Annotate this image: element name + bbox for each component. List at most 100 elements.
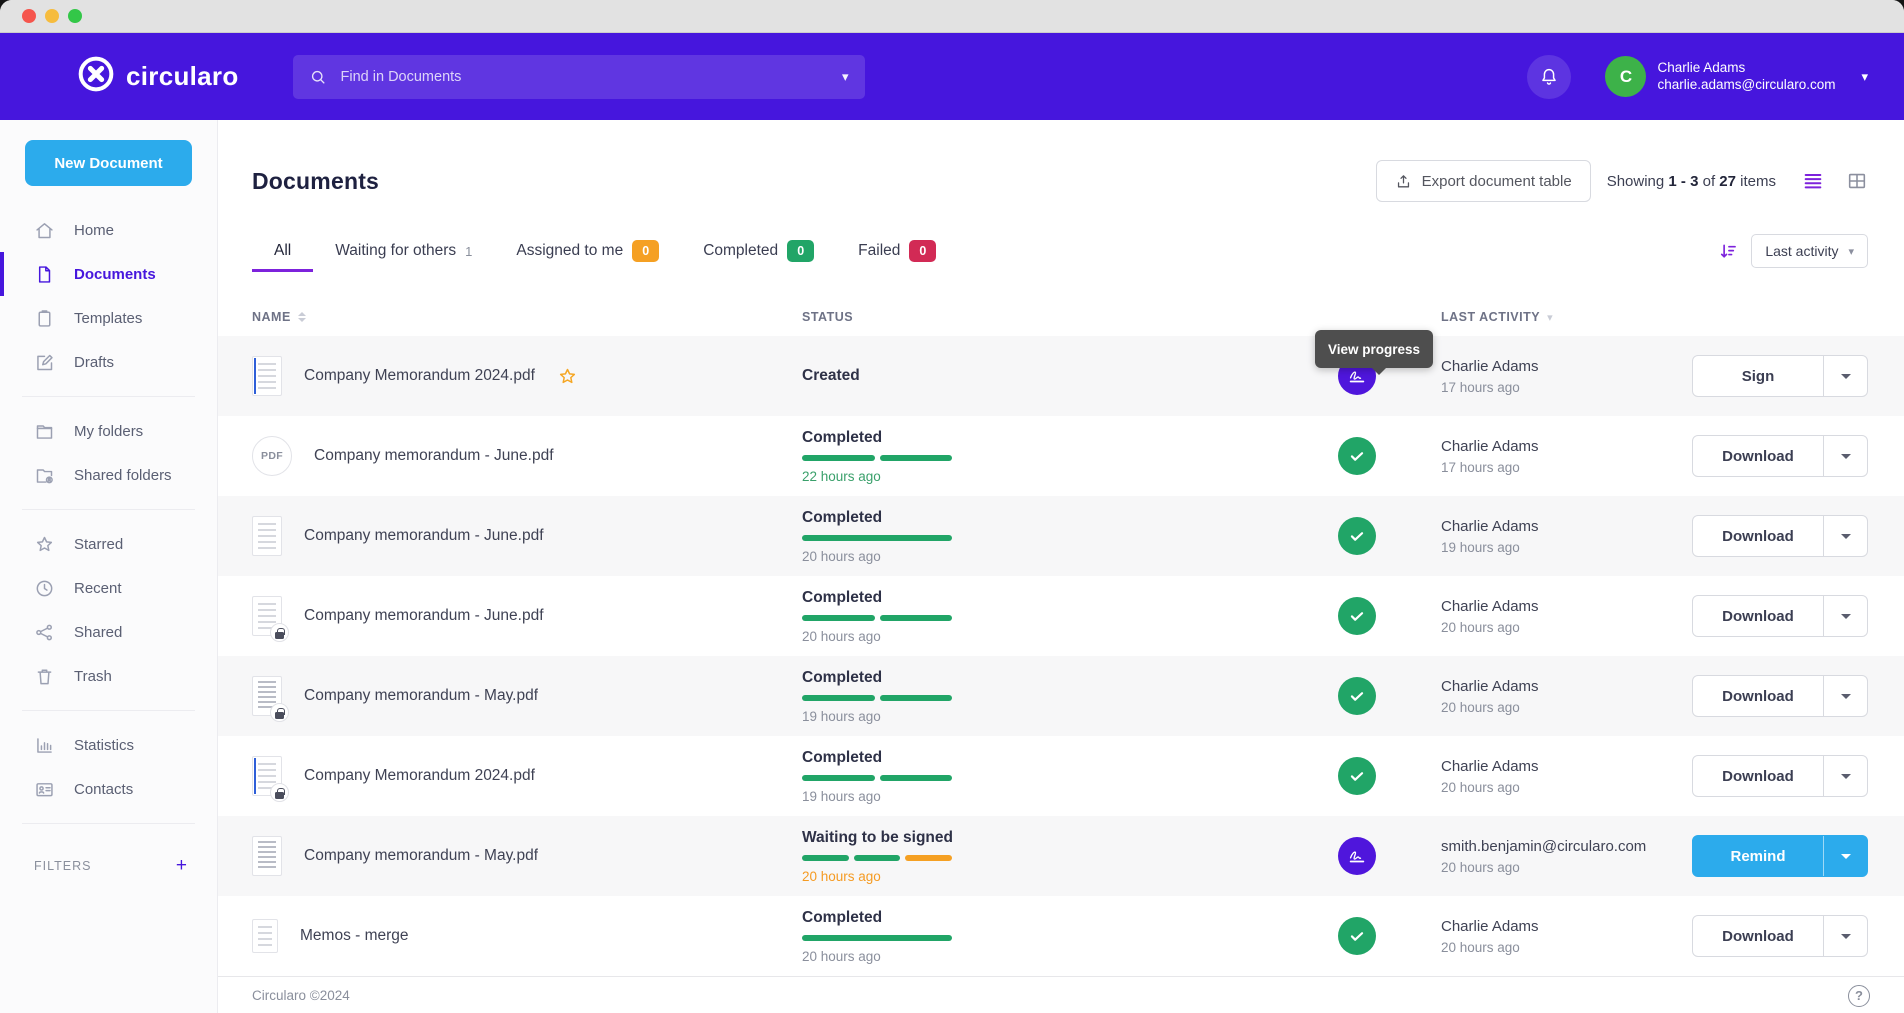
- sidebar-item-shared-folders[interactable]: Shared folders: [0, 453, 217, 497]
- notifications-button[interactable]: [1527, 55, 1571, 99]
- last-activity-actor: Charlie Adams: [1441, 598, 1692, 615]
- sidebar-item-templates[interactable]: Templates: [0, 296, 217, 340]
- fullscreen-window-button[interactable]: [68, 9, 82, 23]
- progress-bar: [802, 695, 952, 701]
- minimize-window-button[interactable]: [45, 9, 59, 23]
- sort-field-dropdown[interactable]: Last activity ▾: [1751, 234, 1868, 268]
- star-icon[interactable]: [557, 366, 578, 387]
- search-bar[interactable]: ▾: [293, 55, 865, 99]
- search-scope-dropdown-icon[interactable]: ▾: [832, 69, 849, 85]
- row-action-dropdown[interactable]: [1823, 436, 1867, 476]
- tab-failed[interactable]: Failed 0: [836, 230, 958, 272]
- help-button[interactable]: ?: [1848, 985, 1870, 1007]
- row-action-button[interactable]: Download: [1693, 676, 1823, 716]
- table-row[interactable]: Company Memorandum 2024.pdf Created View…: [218, 336, 1904, 416]
- sidebar-item-recent[interactable]: Recent: [0, 566, 217, 610]
- tab-count: 1: [465, 244, 472, 259]
- row-action-dropdown[interactable]: [1823, 356, 1867, 396]
- sidebar-item-documents[interactable]: Documents: [0, 252, 217, 296]
- status-label: Completed: [802, 589, 1317, 607]
- status-label: Completed: [802, 669, 1317, 687]
- row-action-button[interactable]: Download: [1693, 756, 1823, 796]
- sidebar-item-shared[interactable]: Shared: [0, 610, 217, 654]
- table-header: NAME STATUS LAST ACTIVITY ▾: [218, 298, 1904, 336]
- document-name[interactable]: Company memorandum - May.pdf: [304, 847, 538, 865]
- document-name[interactable]: Company memorandum - June.pdf: [314, 447, 554, 465]
- table-row[interactable]: Company memorandum - June.pdf Completed …: [218, 496, 1904, 576]
- sort-direction-button[interactable]: [1718, 241, 1739, 262]
- row-action-button[interactable]: Remind: [1693, 836, 1823, 876]
- sidebar-item-label: Documents: [74, 266, 156, 283]
- row-action-button[interactable]: Download: [1693, 516, 1823, 556]
- document-name[interactable]: Company memorandum - June.pdf: [304, 607, 544, 625]
- sidebar-item-starred[interactable]: Starred: [0, 522, 217, 566]
- row-action-dropdown[interactable]: [1823, 916, 1867, 956]
- sidebar-item-drafts[interactable]: Drafts: [0, 340, 217, 384]
- last-activity-time: 20 hours ago: [1441, 620, 1692, 635]
- last-activity-time: 17 hours ago: [1441, 460, 1692, 475]
- tab-waiting-for-others[interactable]: Waiting for others 1: [313, 230, 494, 272]
- table-row[interactable]: Company memorandum - May.pdf Completed 1…: [218, 656, 1904, 736]
- grid-view-button[interactable]: [1846, 170, 1868, 192]
- column-header-status[interactable]: STATUS: [802, 310, 1317, 324]
- add-filter-button[interactable]: +: [176, 856, 187, 875]
- sidebar-item-trash[interactable]: Trash: [0, 654, 217, 698]
- search-input[interactable]: [341, 69, 832, 85]
- tab-assigned-to-me[interactable]: Assigned to me 0: [494, 230, 681, 272]
- list-view-button[interactable]: [1802, 170, 1824, 192]
- document-thumbnail: PDF: [252, 436, 292, 476]
- progress-marker-button[interactable]: [1338, 837, 1376, 875]
- document-name[interactable]: Company memorandum - June.pdf: [304, 527, 544, 545]
- sidebar-divider: [22, 396, 195, 397]
- row-action-button[interactable]: Sign: [1693, 356, 1823, 396]
- column-header-name[interactable]: NAME: [252, 310, 802, 324]
- sidebar-item-home[interactable]: Home: [0, 208, 217, 252]
- progress-bar: [802, 615, 952, 621]
- table-row[interactable]: PDF Company memorandum - June.pdf Comple…: [218, 416, 1904, 496]
- column-header-last-activity[interactable]: LAST ACTIVITY ▾: [1397, 310, 1692, 324]
- progress-marker-button[interactable]: [1338, 757, 1376, 795]
- row-action: Remind: [1692, 835, 1868, 877]
- user-menu[interactable]: C Charlie Adams charlie.adams@circularo.…: [1605, 56, 1868, 97]
- row-action-button[interactable]: Download: [1693, 596, 1823, 636]
- progress-bar: [802, 855, 952, 861]
- progress-marker-button[interactable]: [1338, 437, 1376, 475]
- row-action-dropdown[interactable]: [1823, 836, 1867, 876]
- document-name[interactable]: Company Memorandum 2024.pdf: [304, 367, 535, 385]
- progress-marker-button[interactable]: [1338, 677, 1376, 715]
- status-time: 20 hours ago: [802, 869, 1317, 884]
- table-row[interactable]: Memos - merge Completed 20 hours ago: [218, 896, 1904, 976]
- table-row[interactable]: Company memorandum - May.pdf Waiting to …: [218, 816, 1904, 896]
- row-action-dropdown[interactable]: [1823, 676, 1867, 716]
- close-window-button[interactable]: [22, 9, 36, 23]
- sidebar-item-my-folders[interactable]: My folders: [0, 409, 217, 453]
- document-name[interactable]: Company Memorandum 2024.pdf: [304, 767, 535, 785]
- user-email: charlie.adams@circularo.com: [1657, 77, 1835, 94]
- sidebar-item-contacts[interactable]: Contacts: [0, 767, 217, 811]
- lock-icon: [270, 623, 289, 642]
- progress-marker-button[interactable]: [1338, 517, 1376, 555]
- tab-badge: 0: [787, 240, 814, 262]
- table-row[interactable]: Company memorandum - June.pdf Completed …: [218, 576, 1904, 656]
- progress-marker-button[interactable]: [1338, 597, 1376, 635]
- document-name[interactable]: Memos - merge: [300, 927, 409, 945]
- row-action-dropdown[interactable]: [1823, 596, 1867, 636]
- tab-all[interactable]: All: [252, 230, 313, 272]
- row-action-dropdown[interactable]: [1823, 516, 1867, 556]
- row-action-dropdown[interactable]: [1823, 756, 1867, 796]
- new-document-button[interactable]: New Document: [25, 140, 192, 186]
- last-activity-actor: Charlie Adams: [1441, 678, 1692, 695]
- last-activity-actor: Charlie Adams: [1441, 758, 1692, 775]
- row-action-button[interactable]: Download: [1693, 436, 1823, 476]
- sidebar-item-statistics[interactable]: Statistics: [0, 723, 217, 767]
- progress-marker-button[interactable]: [1338, 917, 1376, 955]
- export-table-button[interactable]: Export document table: [1376, 160, 1591, 202]
- check-icon: [1346, 605, 1368, 627]
- row-action-button[interactable]: Download: [1693, 916, 1823, 956]
- contact-card-icon: [34, 779, 55, 800]
- app-logo[interactable]: circularo: [76, 54, 239, 99]
- document-name[interactable]: Company memorandum - May.pdf: [304, 687, 538, 705]
- table-row[interactable]: Company Memorandum 2024.pdf Completed 19…: [218, 736, 1904, 816]
- last-activity-actor: Charlie Adams: [1441, 438, 1692, 455]
- tab-completed[interactable]: Completed 0: [681, 230, 836, 272]
